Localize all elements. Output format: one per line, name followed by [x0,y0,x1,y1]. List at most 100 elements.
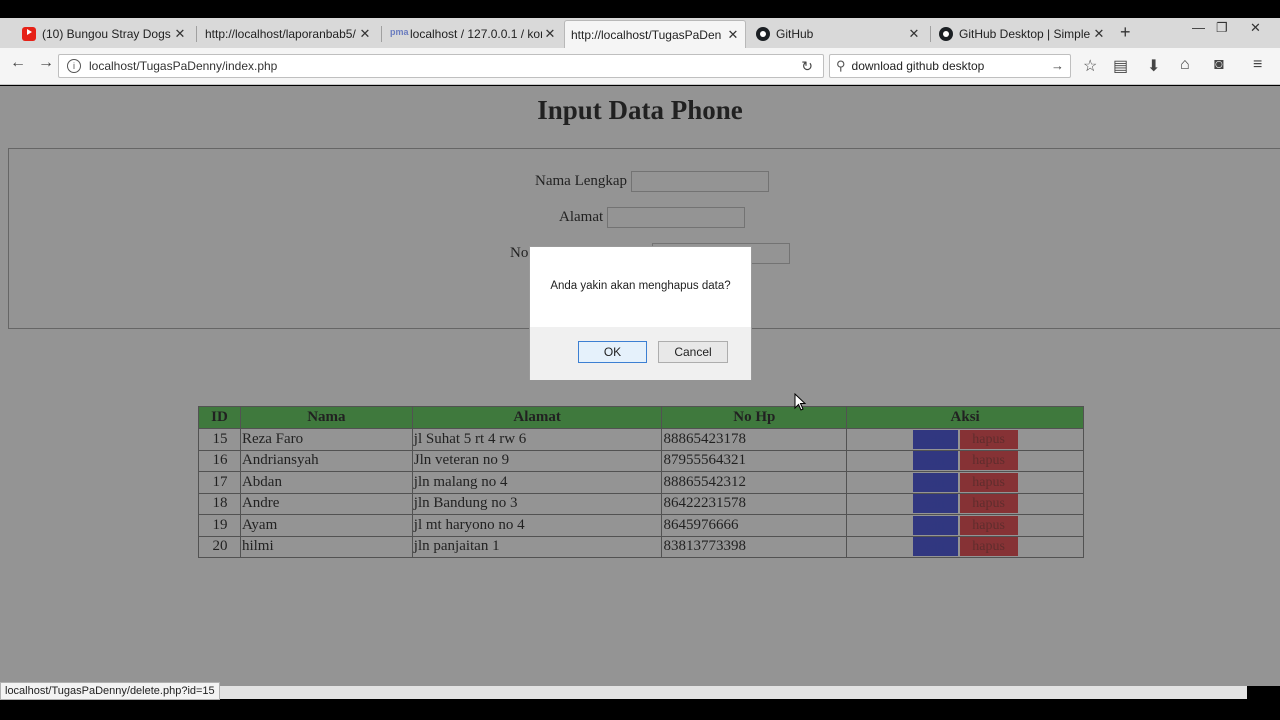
address-bar[interactable]: i localhost/TugasPaDenny/index.php ↻ [58,54,824,78]
nama-label: Nama Lengkap [535,173,628,189]
edit-button[interactable]: edit [912,494,958,514]
edit-button[interactable]: edit [912,537,958,557]
header-aksi: Aksi [846,406,1084,429]
cell-nama: Reza Faro [239,428,413,451]
table-row: 17 Abdan jln malang no 4 88865542312 edi… [198,471,1084,494]
table-row: 20 hilmi jln panjaitan 1 83813773398 edi… [198,535,1084,558]
tab-bar: (10) Bungou Stray Dogs E ✕ http://localh… [0,18,1280,48]
restore-icon[interactable]: ❐ [1216,20,1228,36]
nohp-label: No [510,245,529,261]
edit-button[interactable]: edit [912,451,958,471]
cell-aksi: edit hapus [846,428,1084,451]
cell-alamat: jln malang no 4 [411,471,663,494]
cell-aksi: edit hapus [846,514,1084,537]
cell-aksi: edit hapus [846,535,1084,558]
github-icon [756,27,770,41]
hapus-button[interactable]: hapus [959,537,1018,557]
table-row: 15 Reza Faro jl Suhat 5 rt 4 rw 6 888654… [198,428,1084,451]
table-row: 16 Andriansyah Jln veteran no 9 87955564… [198,449,1084,472]
search-go-icon[interactable]: → [1051,58,1064,73]
menu-icon[interactable]: ≡ [1253,56,1262,74]
form-row-alamat: Alamat [559,207,746,228]
cell-nama: Ayam [239,514,413,537]
cell-alamat: jln Bandung no 3 [411,492,663,515]
web-page: Input Data Phone Nama Lengkap Alamat No … [0,86,1280,686]
horizontal-scrollbar[interactable] [220,686,1247,699]
cell-nama: hilmi [239,535,413,558]
form-row-nama: Nama Lengkap [535,171,770,192]
cell-id: 20 [198,535,241,558]
tab-github[interactable]: GitHub ✕ [750,20,926,48]
confirm-dialog: Anda yakin akan menghapus data? OK Cance… [529,246,752,380]
cell-alamat: jl mt haryono no 4 [411,514,663,537]
cell-aksi: edit hapus [846,471,1084,494]
search-bar[interactable]: ⚲ download github desktop → [829,54,1071,78]
bookmark-star-icon[interactable]: ☆ [1083,56,1097,76]
cell-nohp: 8645976666 [661,514,848,537]
download-icon[interactable]: ⬇ [1147,56,1160,76]
cell-id: 18 [198,492,241,515]
back-icon[interactable]: ← [10,54,26,72]
nama-input[interactable] [631,171,770,192]
data-table: ID Nama Alamat No Hp Aksi 15 Reza Faro j… [198,406,1084,558]
table-row: 18 Andre jln Bandung no 3 86422231578 ed… [198,492,1084,515]
tab-title: GitHub Desktop | Simple [959,27,1091,41]
reload-icon[interactable]: ↻ [801,58,813,75]
tab-title: (10) Bungou Stray Dogs E [42,27,172,41]
cell-nohp: 86422231578 [661,492,848,515]
edit-button[interactable]: edit [912,429,958,449]
cancel-button[interactable]: Cancel [658,341,728,363]
reading-list-icon[interactable]: ▤ [1113,56,1128,76]
close-icon[interactable]: ✕ [725,27,741,43]
hapus-button[interactable]: hapus [959,429,1018,449]
alamat-input[interactable] [607,207,746,228]
tab-phpmyadmin[interactable]: pma localhost / 127.0.0.1 / kon ✕ [384,20,562,48]
hapus-button[interactable]: hapus [959,494,1018,514]
pocket-icon[interactable]: ◙ [1214,56,1224,74]
hapus-button[interactable]: hapus [959,515,1018,535]
alamat-label: Alamat [559,209,604,225]
tab-title: localhost / 127.0.0.1 / kon [410,27,542,41]
edit-button[interactable]: edit [912,472,958,492]
header-alamat: Alamat [411,406,663,429]
cell-nama: Abdan [239,471,413,494]
cell-nama: Andre [239,492,413,515]
status-link-preview: localhost/TugasPaDenny/delete.php?id=15 [0,682,220,700]
close-icon[interactable]: ✕ [906,26,922,42]
phpmyadmin-icon: pma [390,27,409,37]
close-icon[interactable]: ✕ [357,26,373,42]
tab-tugaspadenny[interactable]: http://localhost/TugasPaDen ✕ [564,20,746,48]
hapus-button[interactable]: hapus [959,451,1018,471]
navigation-toolbar: ← → i localhost/TugasPaDenny/index.php ↻… [0,48,1280,85]
minimize-icon[interactable]: — [1192,20,1205,35]
cell-nohp: 87955564321 [661,449,848,472]
hapus-button[interactable]: hapus [959,472,1018,492]
cell-id: 19 [198,514,241,537]
home-icon[interactable]: ⌂ [1180,56,1190,74]
ok-button[interactable]: OK [578,341,647,363]
new-tab-icon[interactable]: + [1120,22,1131,43]
info-icon[interactable]: i [67,59,81,73]
window-close-icon[interactable]: ✕ [1250,20,1261,36]
close-icon[interactable]: ✕ [1091,26,1107,42]
tab-laporanbab5[interactable]: http://localhost/laporanbab5/ ✕ [199,20,377,48]
cell-id: 17 [198,471,241,494]
cell-aksi: edit hapus [846,449,1084,472]
cell-id: 15 [198,428,241,451]
tab-github-desktop[interactable]: GitHub Desktop | Simple ✕ [933,20,1111,48]
forward-icon[interactable]: → [38,54,54,72]
header-nohp: No Hp [661,406,848,429]
edit-button[interactable]: edit [912,515,958,535]
cell-nohp: 88865423178 [661,428,848,451]
cell-nohp: 83813773398 [661,535,848,558]
close-icon[interactable]: ✕ [542,26,558,42]
tab-youtube[interactable]: (10) Bungou Stray Dogs E ✕ [16,20,192,48]
search-value: download github desktop [851,59,985,73]
tab-title: GitHub [776,27,814,41]
cell-aksi: edit hapus [846,492,1084,515]
tab-title: http://localhost/laporanbab5/ [205,27,356,41]
cell-nama: Andriansyah [239,449,413,472]
cell-alamat: Jln veteran no 9 [411,449,663,472]
close-icon[interactable]: ✕ [172,26,188,42]
header-id: ID [198,406,241,429]
